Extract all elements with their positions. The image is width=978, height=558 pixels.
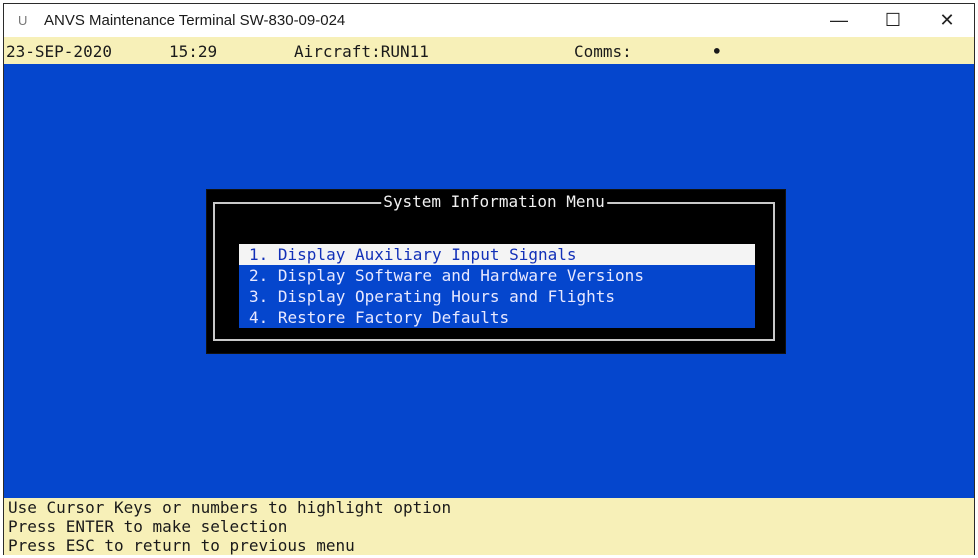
menu-item[interactable]: 4. Restore Factory Defaults [239,307,755,328]
close-button[interactable]: ✕ [920,4,974,36]
status-date: 23-SEP-2020 [6,42,112,61]
status-bar: 23-SEP-2020 15:29 Aircraft:RUN11 Comms: … [4,37,974,64]
terminal-window: U ANVS Maintenance Terminal SW-830-09-02… [3,3,975,555]
comms-indicator-icon: • [712,42,722,61]
menu-border: System Information Menu 1. Display Auxil… [213,192,775,341]
app-icon: U [18,12,28,28]
help-line: Press ENTER to make selection [8,517,288,536]
status-time: 15:29 [169,42,218,61]
menu-item[interactable]: 2. Display Software and Hardware Version… [239,265,755,286]
help-line: Use Cursor Keys or numbers to highlight … [8,498,452,517]
menu-item[interactable]: 1. Display Auxiliary Input Signals [239,244,755,265]
title-bar[interactable]: U ANVS Maintenance Terminal SW-830-09-02… [4,4,974,36]
menu-dialog: System Information Menu 1. Display Auxil… [207,190,785,353]
help-bar: Use Cursor Keys or numbers to highlight … [4,498,974,555]
minimize-button[interactable]: — [812,4,866,36]
window-controls: — ☐ ✕ [812,4,974,36]
status-comms-label: Comms: [574,42,632,61]
terminal-screen: System Information Menu 1. Display Auxil… [4,64,974,498]
window-title: ANVS Maintenance Terminal SW-830-09-024 [44,11,346,29]
menu-title: System Information Menu [381,192,607,211]
menu-list: 1. Display Auxiliary Input Signals 2. Di… [239,244,755,328]
menu-item[interactable]: 3. Display Operating Hours and Flights [239,286,755,307]
maximize-button[interactable]: ☐ [866,4,920,36]
help-line: Press ESC to return to previous menu [8,536,355,555]
status-aircraft: Aircraft:RUN11 [294,42,429,61]
